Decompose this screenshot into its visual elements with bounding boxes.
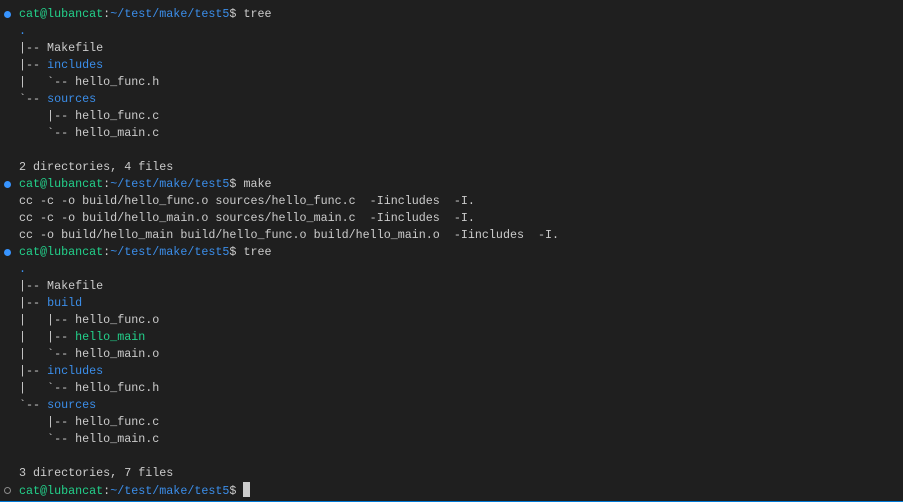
output-line: | `-- hello_func.h (0, 74, 903, 91)
text-segment: ~/test/make/test5 (110, 245, 230, 259)
text-segment: $ make (229, 177, 272, 191)
output-line: `-- hello_main.c (0, 125, 903, 142)
text-segment: | `-- hello_main.o (19, 347, 160, 361)
text-segment: cc -c -o build/hello_func.o sources/hell… (19, 194, 475, 208)
output-line: `-- sources (0, 397, 903, 414)
output-line: |-- build (0, 295, 903, 312)
command-success-icon[interactable] (4, 181, 11, 188)
terminal-output[interactable]: Makefile includes sources cat@lubancat:~/… (0, 0, 903, 499)
prompt-line: cat@lubancat:~/test/make/test5$ (0, 482, 903, 499)
text-segment: cat@lubancat (19, 245, 104, 259)
prompt-line: cat@lubancat:~/test/make/test5$ make (0, 176, 903, 193)
text-segment: build (47, 296, 83, 310)
text-segment: sources (47, 92, 97, 106)
output-line: 2 directories, 4 files (0, 159, 903, 176)
output-line: | `-- hello_func.h (0, 380, 903, 397)
text-segment: sources (159, 0, 208, 4)
text-segment: |-- (19, 364, 48, 378)
text-segment: `-- hello_main.c (19, 432, 160, 446)
text-segment: |-- (19, 296, 48, 310)
text-segment: |-- Makefile (19, 279, 104, 293)
output-line: cc -o build/hello_main build/hello_func.… (0, 227, 903, 244)
text-segment: `-- (19, 398, 48, 412)
output-line: | |-- hello_main (0, 329, 903, 346)
text-segment: `-- (19, 92, 48, 106)
output-line: `-- hello_main.c (0, 431, 903, 448)
text-segment: |-- Makefile (19, 41, 104, 55)
text-segment: 3 directories, 7 files (19, 466, 174, 480)
text-segment: |-- hello_func.c (19, 109, 160, 123)
terminal-cursor (243, 482, 251, 497)
text-segment: cat@lubancat (19, 177, 104, 191)
text-segment: ~/test/make/test5 (110, 484, 230, 498)
text-segment: ~/test/make/test5 (110, 177, 230, 191)
command-success-icon[interactable] (4, 11, 11, 18)
text-segment: | `-- hello_func.h (19, 75, 160, 89)
output-line: 3 directories, 7 files (0, 465, 903, 482)
text-segment: cat@lubancat (19, 484, 104, 498)
text-segment: 2 directories, 4 files (19, 160, 174, 174)
output-line: |-- Makefile (0, 278, 903, 295)
prompt-line: cat@lubancat:~/test/make/test5$ tree (0, 6, 903, 23)
output-line: |-- Makefile (0, 40, 903, 57)
output-line: |-- includes (0, 57, 903, 74)
text-segment: |-- (19, 58, 48, 72)
text-segment: cc -o build/hello_main build/hello_func.… (19, 228, 560, 242)
text-segment: $ (229, 484, 244, 498)
output-line: | |-- hello_func.o (0, 312, 903, 329)
text-segment: $ tree (229, 245, 272, 259)
text-segment: . (19, 262, 27, 276)
command-success-icon[interactable] (4, 249, 11, 256)
output-line: cc -c -o build/hello_main.o sources/hell… (0, 210, 903, 227)
text-segment: cat@lubancat (19, 7, 104, 21)
text-segment: | `-- hello_func.h (19, 381, 160, 395)
text-segment: includes (89, 0, 145, 4)
output-line: |-- hello_func.c (0, 414, 903, 431)
text-segment: | |-- (19, 330, 76, 344)
text-segment: cc -c -o build/hello_main.o sources/hell… (19, 211, 475, 225)
text-segment (145, 0, 159, 4)
text-segment: hello_main (75, 330, 146, 344)
text-segment: |-- hello_func.c (19, 415, 160, 429)
output-line: cc -c -o build/hello_func.o sources/hell… (0, 193, 903, 210)
output-line: |-- hello_func.c (0, 108, 903, 125)
text-segment: includes (47, 58, 104, 72)
command-pending-icon[interactable] (4, 487, 11, 494)
prompt-line: cat@lubancat:~/test/make/test5$ tree (0, 244, 903, 261)
text-segment: $ tree (229, 7, 272, 21)
text-segment: `-- hello_main.c (19, 126, 160, 140)
output-line: . (0, 23, 903, 40)
output-line: |-- includes (0, 363, 903, 380)
text-segment: sources (47, 398, 97, 412)
text-segment: includes (47, 364, 104, 378)
text-segment: . (19, 24, 27, 38)
text-segment: ~/test/make/test5 (110, 7, 230, 21)
output-line: `-- sources (0, 91, 903, 108)
text-segment: Makefile (19, 0, 89, 4)
text-segment: | |-- hello_func.o (19, 313, 160, 327)
output-line: . (0, 261, 903, 278)
output-line: | `-- hello_main.o (0, 346, 903, 363)
